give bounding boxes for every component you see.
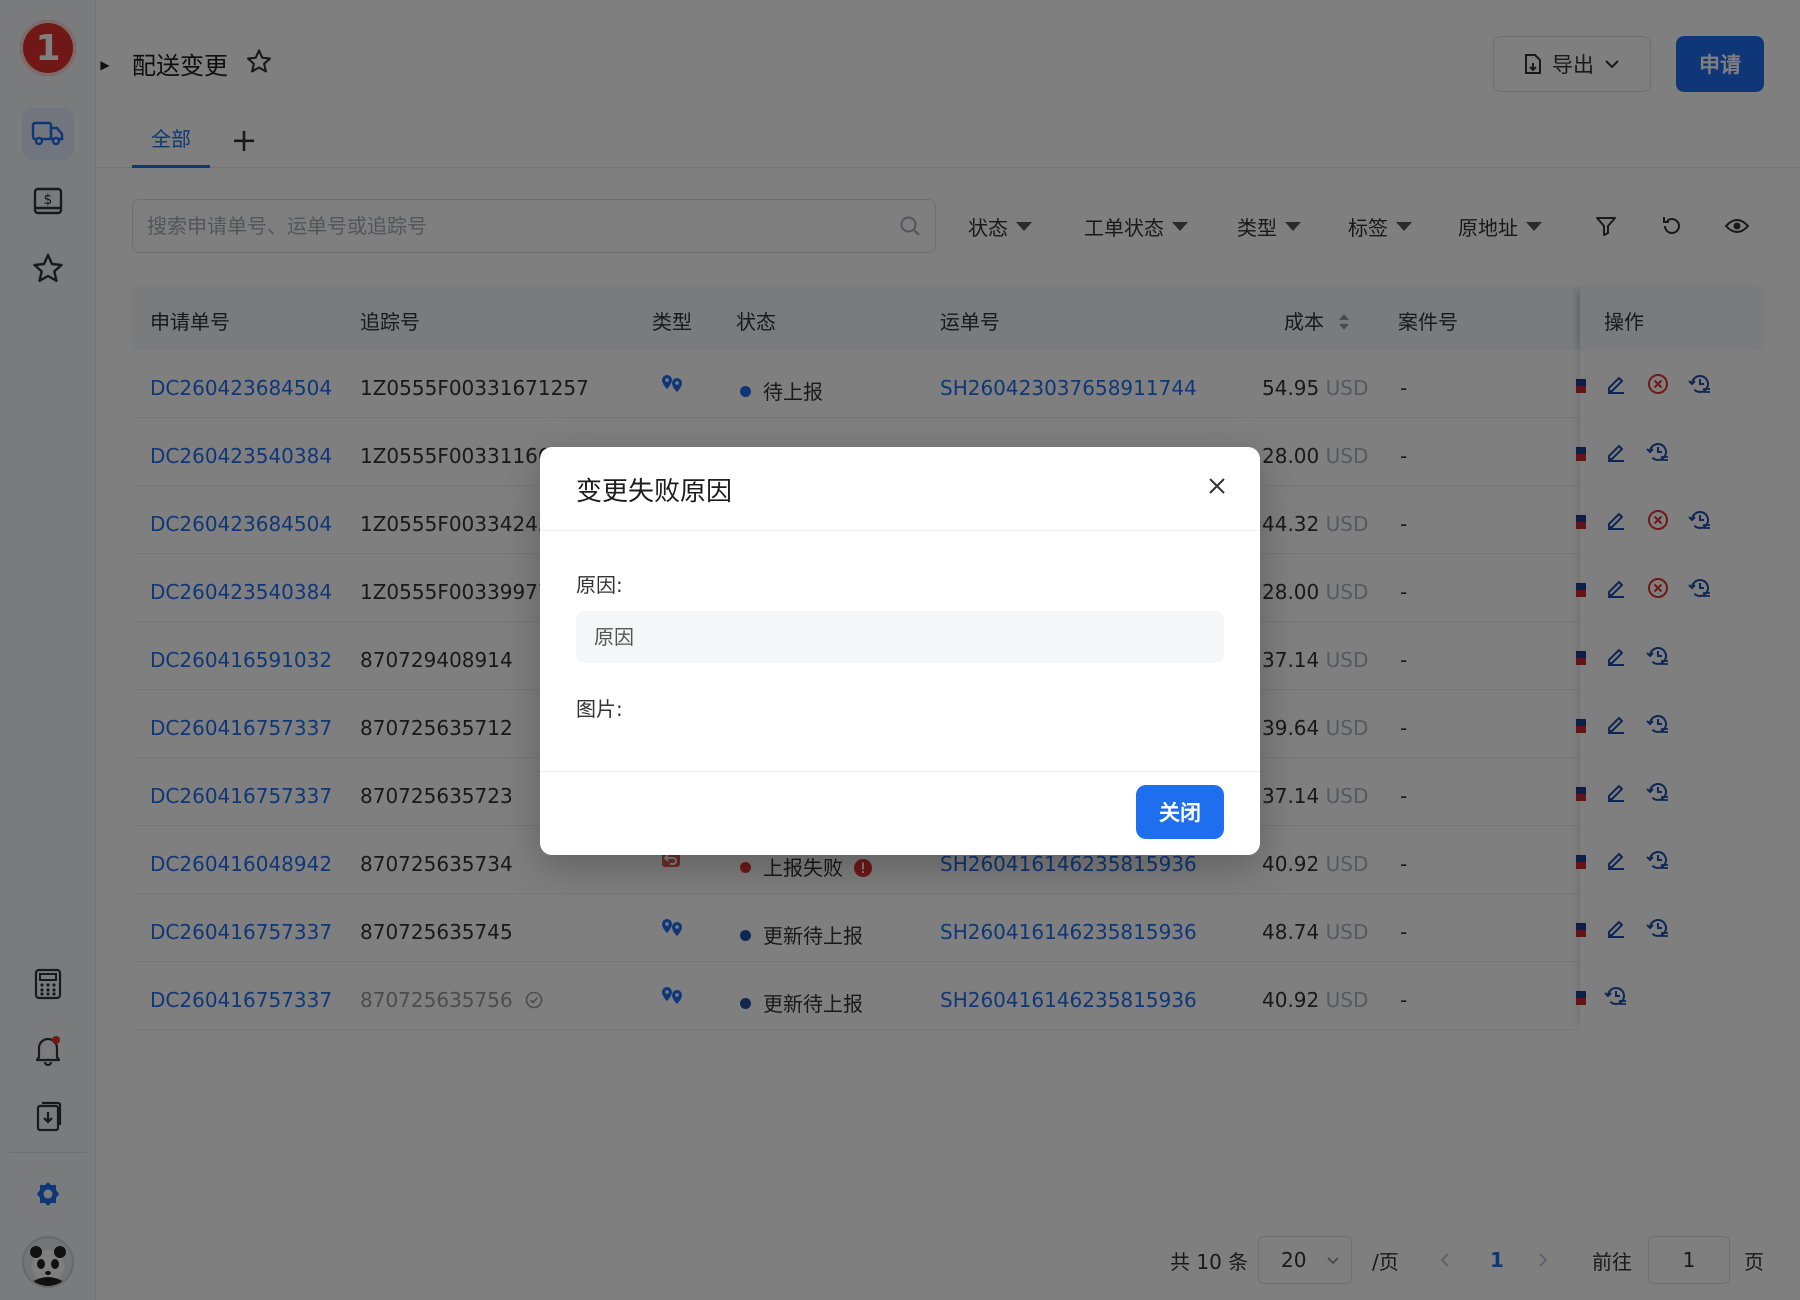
close-dialog-button[interactable]: 关闭 [1136,785,1224,839]
reason-label: 原因: [576,573,623,597]
reason-field: 原因 [576,611,1224,663]
image-label: 图片: [576,697,623,721]
dialog-header-divider [540,530,1260,531]
dialog-footer-divider [540,771,1260,772]
failure-reason-dialog: 变更失败原因 原因: 原因 图片: 关闭 [540,447,1260,855]
dialog-title: 变更失败原因 [576,477,733,507]
close-icon[interactable] [1202,471,1232,501]
